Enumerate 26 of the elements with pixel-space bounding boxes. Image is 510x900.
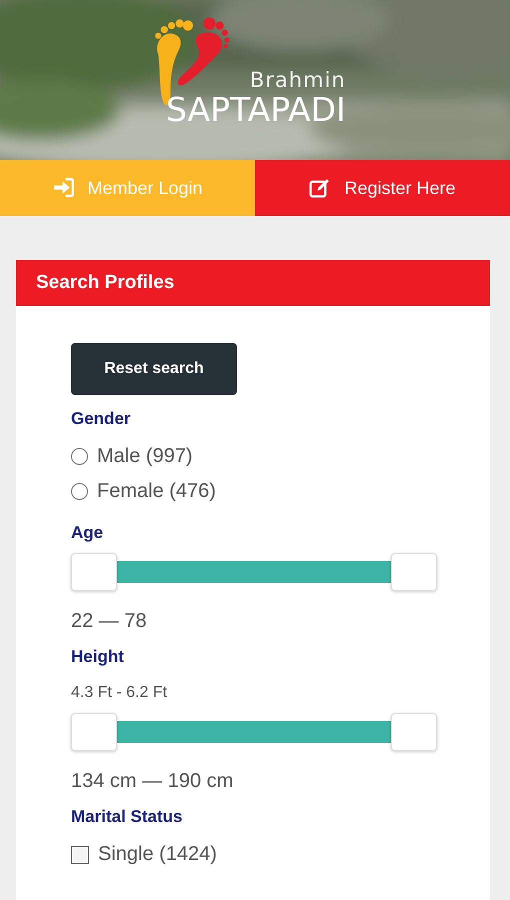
filter-label: Marital Status xyxy=(71,807,184,827)
logo-title: SAPTAPADI xyxy=(166,92,346,128)
radio-button[interactable] xyxy=(71,483,88,500)
slider-handle[interactable] xyxy=(71,713,117,751)
register-button[interactable]: Register Here xyxy=(255,160,510,216)
edit-icon xyxy=(309,177,332,199)
slider-handle[interactable] xyxy=(71,553,117,591)
option-label: Single (1424) xyxy=(98,843,217,866)
slider-handle[interactable] xyxy=(391,713,437,751)
logo-subtitle: Brahmin xyxy=(250,68,346,92)
range-slider[interactable] xyxy=(71,713,437,751)
radio-button[interactable] xyxy=(71,448,88,465)
reset-button[interactable]: Reset search xyxy=(71,343,237,395)
range-value: 22 — 78 xyxy=(71,609,148,633)
filter-label: Height xyxy=(71,647,125,667)
range-label: 4.3 Ft - 6.2 Ft xyxy=(71,683,168,703)
checkbox[interactable] xyxy=(71,846,89,864)
range-slider[interactable] xyxy=(71,553,437,591)
sign-in-icon xyxy=(52,177,74,199)
option-label: Male (997) xyxy=(97,445,193,468)
panel-title: Search Profiles xyxy=(16,260,490,306)
option-label: Female (476) xyxy=(97,480,216,503)
filter-label: Age xyxy=(71,523,104,543)
range-value: 134 cm — 190 cm xyxy=(71,769,234,793)
filter-label: Gender xyxy=(71,409,132,429)
slider-handle[interactable] xyxy=(391,553,437,591)
